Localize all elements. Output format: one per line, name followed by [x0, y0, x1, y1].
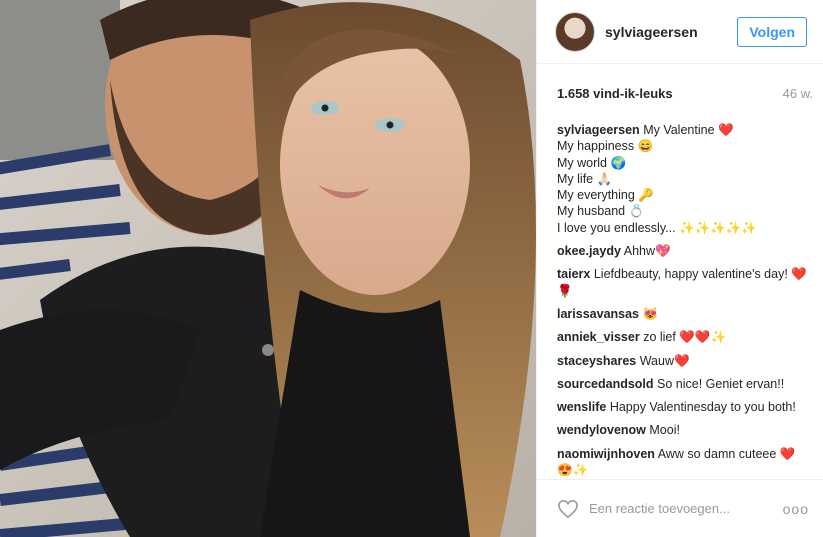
comment: naomiwijnhoven Aww so damn cuteee ❤️😍✨ [557, 446, 809, 476]
comment-username[interactable]: anniek_visser [557, 330, 640, 344]
comment-username[interactable]: sourcedandsold [557, 377, 654, 391]
caption-username[interactable]: sylviageersen [557, 123, 640, 137]
comment: larissavansas 😻 [557, 306, 809, 322]
like-heart-icon[interactable] [557, 499, 579, 519]
likes-count[interactable]: 1.658 vind-ik-leuks [557, 86, 673, 101]
comment: anniek_visser zo lief ❤️❤️✨ [557, 329, 809, 345]
caption-line: My husband 💍 [557, 204, 645, 219]
caption-line: My happiness 😄 [557, 139, 654, 154]
post-meta: 1.658 vind-ik-leuks 46 w. [537, 64, 823, 122]
caption-line: My everything 🔑 [557, 188, 654, 203]
comment-text: Liefdbeauty, happy valentine's day! ❤️🌹 [557, 267, 807, 298]
add-comment-input[interactable]: Een reactie toevoegen... [589, 501, 783, 516]
selfie-image [0, 0, 536, 537]
comment: wendylovenow Mooi! [557, 422, 809, 438]
comment-username[interactable]: okee.jaydy [557, 244, 621, 258]
comment-footer: Een reactie toevoegen... ooo [537, 479, 823, 537]
post-header: sylviageersen Volgen [537, 0, 823, 64]
avatar[interactable] [555, 11, 595, 52]
comment: okee.jaydy Ahhw💖 [557, 243, 809, 259]
comment-text: 😻 [642, 306, 659, 321]
caption-line: My life 🙏🏻 [557, 171, 613, 186]
comment-text: Mooi! [649, 423, 680, 438]
comment-text: Ahhw💖 [623, 244, 671, 259]
caption-line: My Valentine ❤️ [643, 123, 734, 137]
comment: staceyshares Wauw❤️ [557, 353, 809, 369]
username-link[interactable]: sylviageersen [605, 24, 737, 40]
comments-list: sylviageersen My Valentine ❤️ My happine… [537, 122, 823, 476]
comment-text: zo lief ❤️❤️✨ [643, 330, 727, 345]
comment-username[interactable]: staceyshares [557, 354, 636, 368]
caption-line: My world 🌍 [557, 155, 627, 170]
comment-username[interactable]: wendylovenow [557, 423, 646, 437]
post-time[interactable]: 46 w. [783, 86, 813, 101]
comment-text: Happy Valentinesday to you both! [609, 400, 796, 415]
comment: sourcedandsold So nice! Geniet ervan!! [557, 376, 809, 392]
caption: sylviageersen My Valentine ❤️ My happine… [557, 122, 809, 236]
comment-username[interactable]: naomiwijnhoven [557, 447, 655, 461]
more-options-icon[interactable]: ooo [783, 501, 809, 517]
comment-username[interactable]: wenslife [557, 400, 606, 414]
post-sidebar: sylviageersen Volgen 1.658 vind-ik-leuks… [536, 0, 823, 537]
comment-text: Wauw❤️ [639, 353, 690, 368]
post-photo[interactable] [0, 0, 536, 537]
comment-username[interactable]: taierx [557, 267, 590, 281]
comment: taierx Liefdbeauty, happy valentine's da… [557, 266, 809, 299]
instagram-post-view: sylviageersen Volgen 1.658 vind-ik-leuks… [0, 0, 823, 537]
caption-line: I love you endlessly... ✨✨✨✨✨ [557, 220, 757, 235]
comment-username[interactable]: larissavansas [557, 307, 639, 321]
comment: wenslife Happy Valentinesday to you both… [557, 399, 809, 415]
comment-text: So nice! Geniet ervan!! [657, 376, 785, 391]
follow-button[interactable]: Volgen [737, 16, 807, 47]
